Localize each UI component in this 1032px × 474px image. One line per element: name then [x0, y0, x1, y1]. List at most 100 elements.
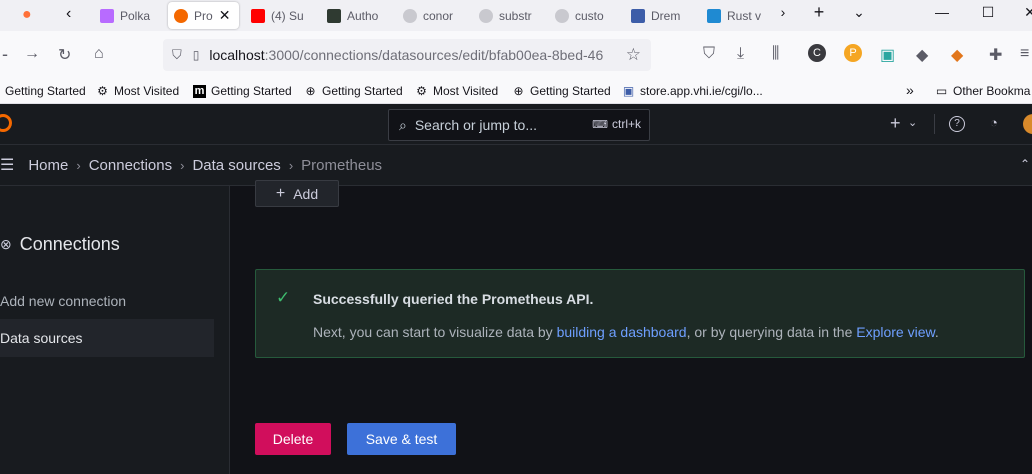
bookmark-item[interactable]: ⊕ Getting Started	[512, 83, 611, 98]
extension-save-icon[interactable]: ▣	[880, 45, 895, 65]
tab-label: Pro	[194, 8, 213, 23]
more-bookmarks-icon[interactable]: »	[906, 82, 914, 98]
add-button[interactable]: + Add	[255, 180, 339, 207]
sidebar-item-add-new-connection[interactable]: Add new connection	[0, 293, 126, 309]
tab-label: custo	[575, 8, 604, 23]
menu-hamburger-icon[interactable]: ☰	[0, 155, 14, 175]
library-icon[interactable]: ⫼	[772, 45, 779, 63]
chevron-down-icon[interactable]: ⌄	[908, 116, 917, 129]
shortcut-label: ctrl+k	[611, 117, 641, 131]
tab-auth[interactable]: Autho	[327, 2, 387, 29]
explore-view-link[interactable]: Explore view	[856, 324, 935, 340]
breadcrumb-connections[interactable]: Connections	[89, 157, 172, 174]
github-favicon-icon	[555, 8, 569, 23]
alert-body-middle: , or by querying data in the	[686, 324, 857, 340]
success-alert: ✓ Successfully queried the Prometheus AP…	[255, 269, 1025, 358]
tab-polkadot[interactable]: Polka	[100, 2, 162, 29]
save-test-button[interactable]: Save & test	[347, 423, 456, 455]
keyboard-shortcut: ⌨ ctrl+k	[592, 117, 641, 131]
shield-icon[interactable]: ⛉	[172, 47, 182, 63]
extension-shield-icon[interactable]: ◆	[916, 45, 928, 65]
bookmarks-toolbar: Getting Started ⚙ Most Visited m Getting…	[0, 79, 1032, 104]
back-arrow-icon[interactable]: ‑	[2, 44, 8, 65]
minimize-window-icon[interactable]: —	[932, 4, 952, 20]
bookmark-item[interactable]: m Getting Started	[193, 84, 292, 98]
tab-github-2[interactable]: substr	[479, 2, 541, 29]
bookmark-item[interactable]: ⊕ Getting Started	[304, 84, 403, 98]
breadcrumb-separator-icon: ›	[180, 157, 185, 173]
tab-label: Autho	[347, 8, 379, 23]
tab-scroll-left-icon[interactable]: ‹	[66, 5, 71, 23]
url-path: :3000/connections/datasources/edit/bfab0…	[264, 47, 604, 63]
bookmark-label: Getting Started	[5, 84, 86, 98]
tab-github-1[interactable]: conor	[403, 2, 465, 29]
bookmark-item[interactable]: ⚙ Most Visited	[415, 84, 498, 98]
delete-button-label: Delete	[272, 431, 314, 447]
bookmark-site-icon: ▣	[622, 83, 635, 98]
tab-youtube[interactable]: (4) Su	[251, 2, 313, 29]
bookmark-item[interactable]: Getting Started	[5, 84, 86, 98]
extensions-puzzle-icon[interactable]: ✚	[989, 45, 1002, 65]
pocket-icon[interactable]: ⛉	[703, 45, 715, 63]
tab-label: Rust v	[727, 8, 762, 23]
breadcrumb-bar: ☰ Home › Connections › Data sources › Pr…	[0, 145, 1032, 186]
new-plus-icon[interactable]: +	[890, 113, 901, 134]
home-icon[interactable]: ⌂	[94, 45, 104, 63]
breadcrumb-home[interactable]: Home	[28, 157, 68, 174]
bookmark-label: Most Visited	[433, 84, 499, 98]
check-icon: ✓	[276, 288, 291, 307]
new-tab-icon[interactable]: +	[809, 2, 829, 23]
tab-label: Drem	[651, 8, 681, 23]
bookmark-item[interactable]: ⚙ Most Visited	[96, 84, 179, 98]
bookmark-item[interactable]: ▣ store.app.vhi.ie/cgi/lo...	[622, 84, 763, 98]
tab-vscode-rust[interactable]: Rust v	[707, 2, 769, 29]
tab-grafana-active[interactable]: Pro ✕	[168, 2, 239, 29]
other-bookmarks-label: Other Bookma	[953, 84, 1031, 98]
save-test-button-label: Save & test	[365, 431, 438, 447]
breadcrumb-data-sources[interactable]: Data sources	[192, 157, 280, 174]
maximize-window-icon[interactable]: ☐	[978, 4, 998, 21]
gear-icon: ⚙	[416, 83, 427, 98]
other-bookmarks[interactable]: ▭ Other Bookma	[935, 83, 1031, 98]
reload-icon[interactable]: ↻	[58, 45, 71, 65]
breadcrumb-prometheus: Prometheus	[301, 156, 383, 174]
globe-icon: ⊕	[513, 83, 524, 98]
tab-github-3[interactable]: custo	[555, 2, 617, 29]
search-input[interactable]: ⌕ Search or jump to... ⌨ ctrl+k	[388, 109, 650, 141]
help-icon[interactable]: ?	[949, 116, 965, 132]
news-rss-icon[interactable]: ◔	[990, 115, 998, 130]
downloads-icon[interactable]: ⤓	[737, 45, 744, 63]
tab-favicon-icon	[100, 8, 114, 23]
tab-favicon-icon	[631, 8, 645, 23]
alert-title: Successfully queried the Prometheus API.	[313, 291, 594, 307]
divider	[934, 114, 935, 134]
tab-label: substr	[499, 8, 532, 23]
extension-c-icon[interactable]: C	[808, 44, 826, 62]
chevron-up-icon[interactable]: ⌃	[1020, 157, 1030, 171]
tab-dremio[interactable]: Drem	[631, 2, 693, 29]
breadcrumb-separator-icon: ›	[288, 157, 294, 173]
tab-scroll-right-icon[interactable]: ›	[773, 4, 793, 20]
avatar[interactable]	[1023, 114, 1032, 134]
list-all-tabs-icon[interactable]: ⌄	[849, 4, 869, 21]
app-menu-icon[interactable]: ≡	[1020, 45, 1029, 63]
close-window-icon[interactable]: ✕	[1020, 4, 1032, 21]
delete-button[interactable]: Delete	[255, 423, 331, 455]
github-favicon-icon	[403, 8, 417, 23]
page-info-icon[interactable]: ▯	[193, 48, 200, 62]
close-tab-icon[interactable]: ✕	[219, 7, 231, 24]
bookmark-label: Getting Started	[322, 84, 403, 98]
url-bar[interactable]: ⛉ ▯ localhost:3000/connections/datasourc…	[163, 39, 651, 71]
folder-icon: ▭	[935, 83, 948, 98]
building-dashboard-link[interactable]: building a dashboard	[557, 324, 687, 340]
bookmark-star-icon[interactable]: ☆	[626, 45, 641, 65]
firefox-view-icon[interactable]: ●	[22, 6, 32, 24]
url-text[interactable]: localhost:3000/connections/datasources/e…	[209, 47, 603, 63]
grafana-logo-icon[interactable]	[0, 114, 12, 132]
sidebar-item-data-sources[interactable]: Data sources	[0, 319, 214, 357]
metamask-icon[interactable]: ◆	[951, 45, 963, 65]
forward-arrow-icon[interactable]: →	[24, 45, 40, 63]
extension-p-icon[interactable]: P	[844, 44, 862, 62]
github-favicon-icon	[479, 8, 493, 23]
bookmark-label: Getting Started	[530, 84, 611, 98]
